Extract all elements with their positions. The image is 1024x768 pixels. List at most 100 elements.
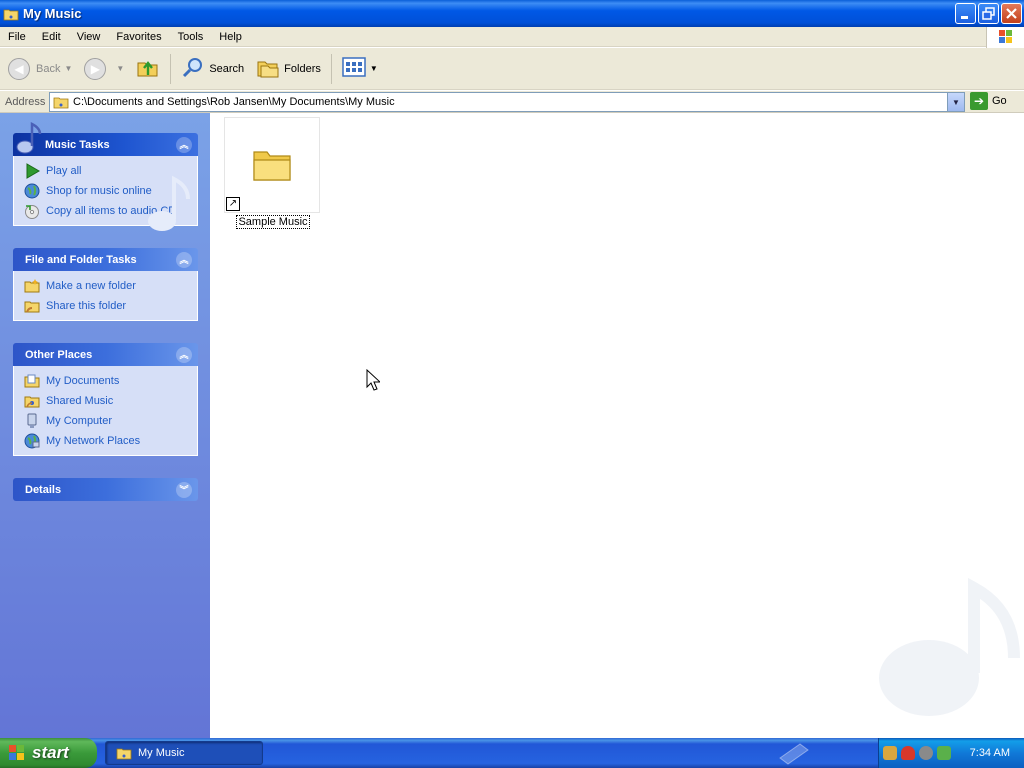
windows-flag-icon xyxy=(8,744,26,762)
details-title: Details xyxy=(25,483,62,496)
new-folder-icon xyxy=(24,278,40,294)
music-note-watermark-icon xyxy=(879,578,1020,716)
computer-icon xyxy=(24,413,40,429)
windows-logo-icon xyxy=(986,27,1024,48)
shared-music-link[interactable]: Shared Music xyxy=(24,391,197,411)
menu-tools[interactable]: Tools xyxy=(170,31,212,43)
share-folder-icon xyxy=(24,298,40,314)
file-folder-tasks-panel: File and Folder Tasks ︽ Make a new folde… xyxy=(13,248,198,321)
share-folder-label: Share this folder xyxy=(46,300,127,312)
views-dropdown-icon[interactable]: ▼ xyxy=(370,64,378,73)
views-button[interactable]: ▼ xyxy=(336,51,384,87)
other-places-panel: Other Places ︽ My Documents Shared Music… xyxy=(13,343,198,456)
music-note-watermark-icon xyxy=(148,175,190,231)
views-icon xyxy=(342,56,366,81)
collapse-chevron-icon[interactable]: ︽ xyxy=(176,137,192,153)
other-places-header[interactable]: Other Places ︽ xyxy=(13,343,198,366)
my-documents-link[interactable]: My Documents xyxy=(24,371,197,391)
address-bar: Address C:\Documents and Settings\Rob Ja… xyxy=(0,91,1024,113)
back-button[interactable]: ◀ Back ▼ xyxy=(0,51,78,87)
mouse-cursor-icon xyxy=(366,369,380,391)
go-label: Go xyxy=(992,95,1007,107)
shop-music-label: Shop for music online xyxy=(46,185,152,197)
taskbar-window-button[interactable]: My Music xyxy=(105,741,263,765)
shared-music-label: Shared Music xyxy=(46,395,114,407)
up-folder-icon xyxy=(136,55,160,82)
network-status-icon[interactable] xyxy=(937,746,951,760)
file-folder-tasks-header[interactable]: File and Folder Tasks ︽ xyxy=(13,248,198,271)
music-folder-icon xyxy=(116,747,132,760)
music-tasks-header[interactable]: Music Tasks ︽ xyxy=(13,121,198,156)
file-folder-tasks-body: Make a new folder Share this folder xyxy=(13,271,198,321)
play-all-label: Play all xyxy=(46,165,82,177)
minimize-button[interactable] xyxy=(955,3,976,24)
menu-bar: File Edit View Favorites Tools Help xyxy=(0,27,1024,48)
details-header[interactable]: Details ︾ xyxy=(13,478,198,501)
folder-label: Sample Music xyxy=(236,215,310,229)
forward-button[interactable]: ▶ ▼ xyxy=(78,51,130,87)
forward-arrow-icon: ▶ xyxy=(84,57,107,80)
address-input[interactable]: C:\Documents and Settings\Rob Jansen\My … xyxy=(49,92,965,112)
network-places-icon xyxy=(24,433,40,449)
taskbar: start My Music 7:34 AM xyxy=(0,738,1024,768)
other-places-body: My Documents Shared Music My Computer My… xyxy=(13,366,198,456)
folders-button[interactable]: Folders xyxy=(250,51,327,87)
volume-icon[interactable] xyxy=(919,746,933,760)
make-new-folder-link[interactable]: Make a new folder xyxy=(24,276,197,296)
watermark-logo-icon xyxy=(776,738,824,768)
window-title: My Music xyxy=(23,6,82,21)
menu-help[interactable]: Help xyxy=(211,31,250,43)
menu-favorites[interactable]: Favorites xyxy=(108,31,169,43)
search-label: Search xyxy=(209,62,245,75)
folder-thumbnail[interactable]: ↗ xyxy=(224,117,320,213)
menu-edit[interactable]: Edit xyxy=(34,31,69,43)
collapse-chevron-icon[interactable]: ︽ xyxy=(176,347,192,363)
details-panel: Details ︾ xyxy=(13,478,198,501)
make-new-folder-label: Make a new folder xyxy=(46,280,136,292)
address-dropdown-icon[interactable]: ▼ xyxy=(947,93,964,111)
search-icon xyxy=(181,55,205,82)
music-folder-icon xyxy=(3,7,19,21)
music-folder-icon xyxy=(53,96,69,109)
task-pane: Music Tasks ︽ Play all Shop for music on… xyxy=(0,113,210,738)
back-dropdown-icon[interactable]: ▼ xyxy=(64,64,72,73)
other-places-title: Other Places xyxy=(25,348,93,361)
start-button[interactable]: start xyxy=(0,738,97,768)
my-computer-link[interactable]: My Computer xyxy=(24,411,197,431)
menu-file[interactable]: File xyxy=(0,31,34,43)
folder-icon xyxy=(253,151,291,181)
system-tray: 7:34 AM xyxy=(878,738,1024,768)
share-folder-link[interactable]: Share this folder xyxy=(24,296,197,316)
security-shield-icon[interactable] xyxy=(901,746,915,760)
collapse-chevron-icon[interactable]: ︽ xyxy=(176,252,192,268)
folders-label: Folders xyxy=(284,62,321,75)
forward-dropdown-icon[interactable]: ▼ xyxy=(116,64,124,73)
my-computer-label: My Computer xyxy=(46,415,113,427)
file-list-view[interactable]: ↗ Sample Music xyxy=(210,113,1024,738)
address-value: C:\Documents and Settings\Rob Jansen\My … xyxy=(73,96,395,108)
up-folder-button[interactable] xyxy=(130,51,166,87)
cd-icon xyxy=(24,203,40,219)
expand-chevron-icon[interactable]: ︾ xyxy=(176,482,192,498)
back-arrow-icon: ◀ xyxy=(8,57,30,80)
file-folder-tasks-title: File and Folder Tasks xyxy=(25,253,137,266)
restore-button[interactable] xyxy=(978,3,999,24)
my-documents-label: My Documents xyxy=(46,375,120,387)
my-network-places-label: My Network Places xyxy=(46,435,141,447)
play-icon xyxy=(24,163,40,179)
menu-view[interactable]: View xyxy=(69,31,109,43)
folders-icon xyxy=(256,55,280,82)
start-label: start xyxy=(32,743,69,762)
tray-app-icon[interactable] xyxy=(883,746,897,760)
documents-folder-icon xyxy=(24,373,40,389)
music-tasks-title: Music Tasks xyxy=(45,138,110,151)
go-button[interactable]: ➔ Go xyxy=(970,92,1007,110)
music-tasks-panel: Music Tasks ︽ Play all Shop for music on… xyxy=(13,121,198,231)
go-arrow-icon: ➔ xyxy=(970,92,988,110)
title-bar: My Music xyxy=(0,0,1024,27)
music-tasks-body: Play all Shop for music online Copy all … xyxy=(13,156,198,231)
folder-item[interactable]: ↗ Sample Music xyxy=(224,117,322,229)
close-button[interactable] xyxy=(1001,3,1022,24)
search-button[interactable]: Search xyxy=(175,51,250,87)
my-network-places-link[interactable]: My Network Places xyxy=(24,431,197,451)
